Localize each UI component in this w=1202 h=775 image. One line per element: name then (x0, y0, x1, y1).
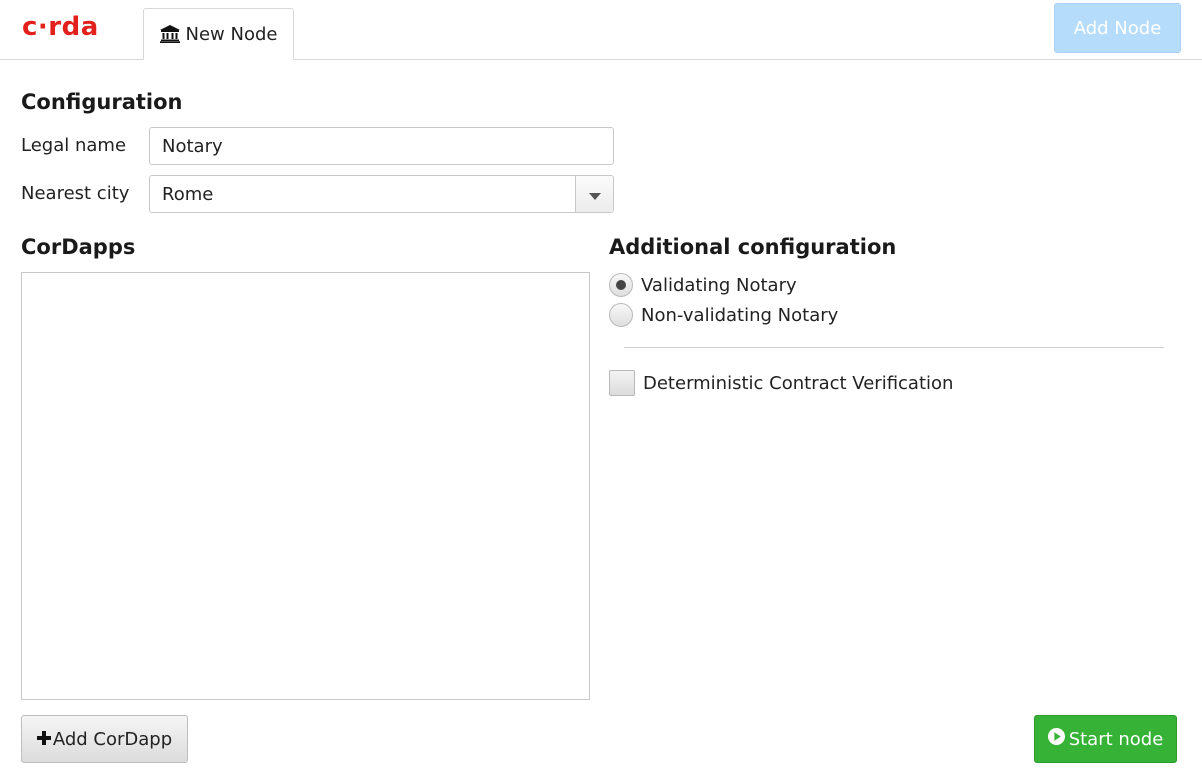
add-node-button[interactable]: Add Node (1054, 3, 1181, 53)
plus-icon (36, 729, 51, 750)
nearest-city-select[interactable]: Rome (149, 175, 614, 213)
deterministic-verification-option[interactable]: Deterministic Contract Verification (609, 370, 953, 396)
top-bar: c·rda New Node Add Node (0, 0, 1202, 60)
legal-name-input[interactable]: Notary (149, 127, 614, 165)
add-cordapp-button[interactable]: Add CorDapp (21, 715, 188, 763)
radio-non-validating-notary[interactable]: Non-validating Notary (609, 303, 838, 327)
legal-name-value: Notary (162, 135, 223, 157)
checkbox-label: Deterministic Contract Verification (643, 372, 954, 394)
start-node-label: Start node (1068, 728, 1164, 750)
logo-text: c·rda (22, 12, 99, 42)
radio-button[interactable] (609, 273, 633, 297)
tab-new-node[interactable]: New Node (143, 8, 294, 60)
radio-button[interactable] (609, 303, 633, 327)
configuration-heading: Configuration (21, 90, 183, 114)
radio-selected-dot (616, 280, 626, 290)
play-circle-icon (1047, 728, 1065, 750)
bank-icon (159, 25, 180, 43)
radio-label: Non-validating Notary (641, 304, 839, 326)
additional-configuration-heading: Additional configuration (609, 235, 897, 259)
start-node-button[interactable]: Start node (1034, 715, 1177, 763)
nearest-city-label: Nearest city (21, 183, 130, 204)
legal-name-label: Legal name (21, 135, 127, 156)
radio-label: Validating Notary (641, 274, 797, 296)
radio-validating-notary[interactable]: Validating Notary (609, 273, 797, 297)
chevron-down-icon (588, 184, 601, 205)
corda-logo: c·rda (22, 12, 99, 42)
add-cordapp-label: Add CorDapp (52, 728, 173, 750)
tab-label: New Node (185, 23, 278, 45)
cordapps-heading: CorDapps (21, 235, 136, 259)
nearest-city-value: Rome (162, 183, 214, 205)
divider (624, 347, 1164, 348)
deterministic-checkbox[interactable] (609, 370, 635, 396)
cordapps-list[interactable] (21, 272, 590, 700)
dropdown-button[interactable] (575, 176, 613, 212)
